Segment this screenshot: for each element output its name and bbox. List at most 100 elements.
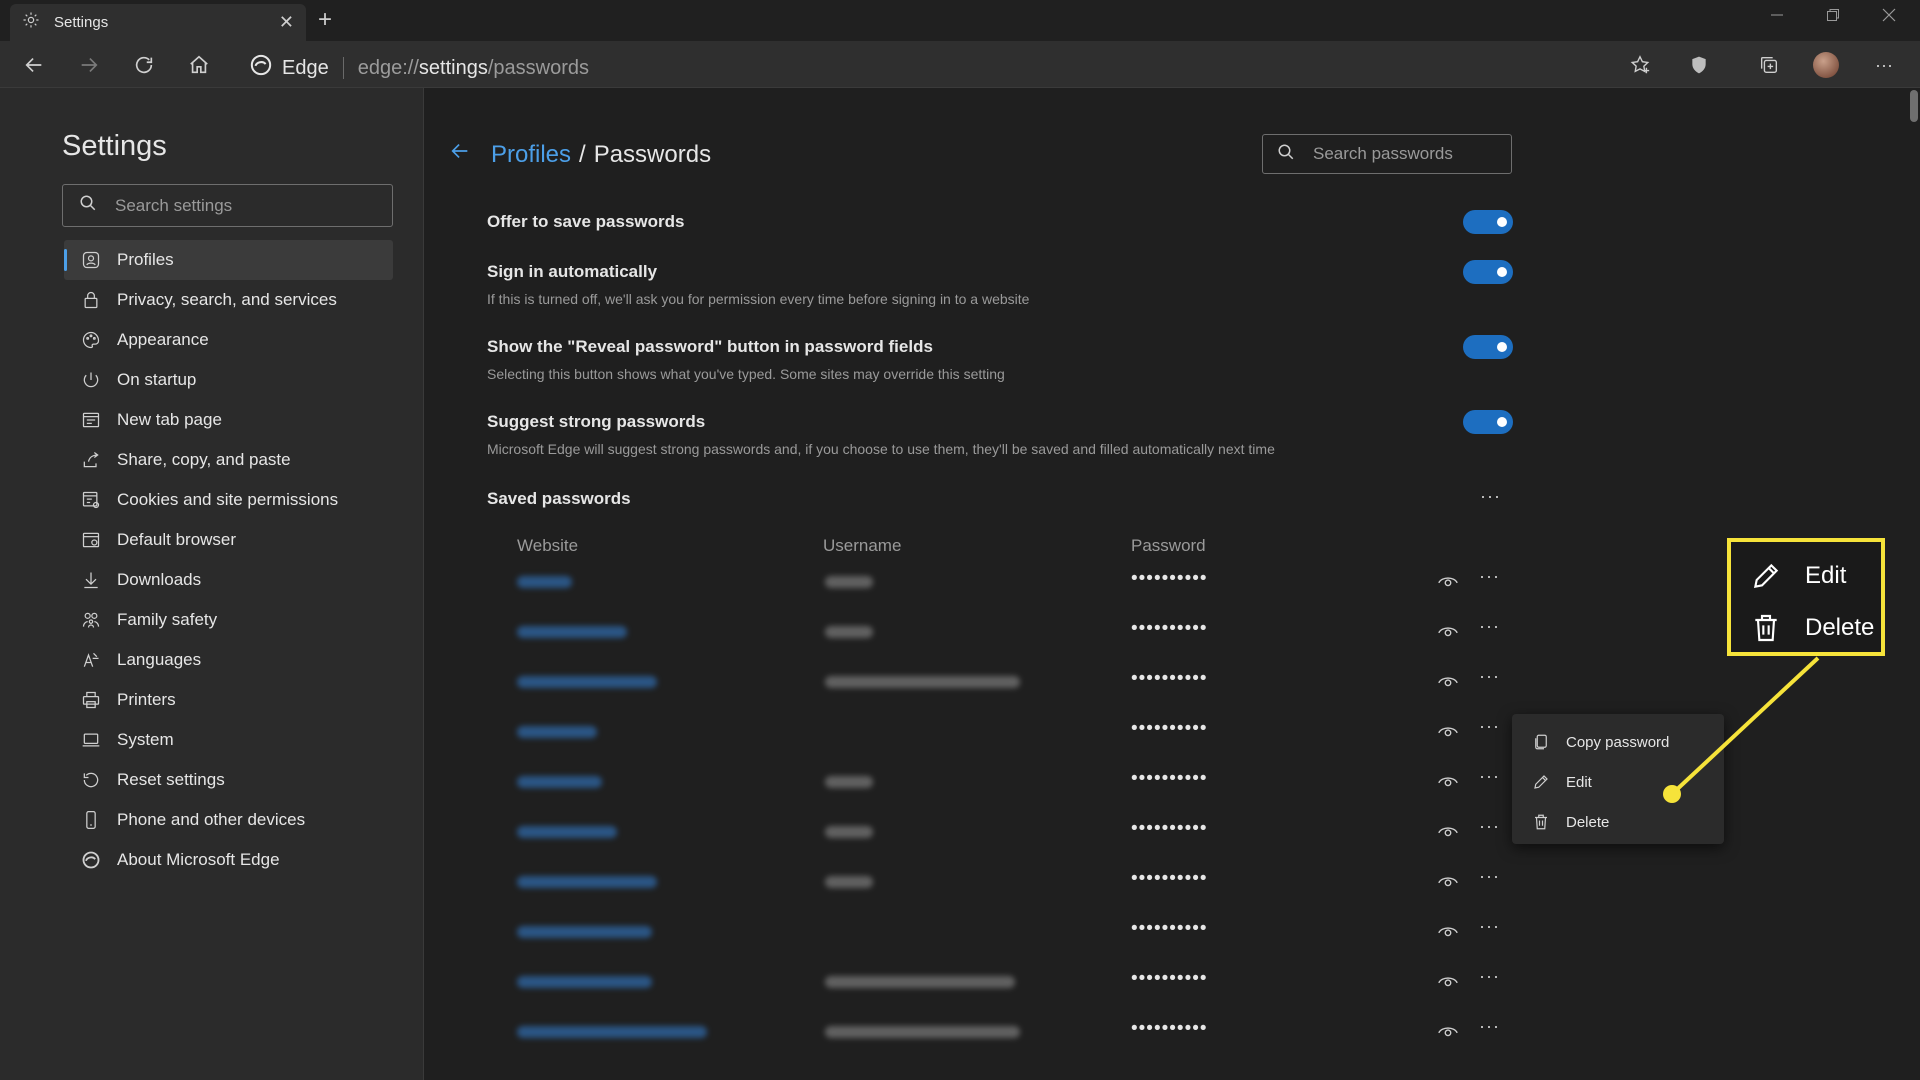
avatar[interactable]: [1812, 51, 1840, 79]
eye-icon[interactable]: [1437, 670, 1461, 694]
website-link[interactable]: [517, 876, 657, 888]
pencil-icon: [1530, 771, 1552, 793]
language-icon: [80, 649, 102, 671]
eye-icon[interactable]: [1437, 920, 1461, 944]
row-more-button[interactable]: ···: [1479, 866, 1500, 887]
website-link[interactable]: [517, 676, 657, 688]
sidebar-item-about-edge[interactable]: About Microsoft Edge: [64, 840, 393, 880]
refresh-icon[interactable]: [130, 51, 158, 79]
website-link[interactable]: [517, 926, 652, 938]
eye-icon[interactable]: [1437, 820, 1461, 844]
row-more-button[interactable]: ···: [1479, 666, 1500, 687]
website-link[interactable]: [517, 726, 597, 738]
sidebar-item-reset-settings[interactable]: Reset settings: [64, 760, 393, 800]
column-header-username[interactable]: Username: [823, 536, 901, 556]
new-tab-button[interactable]: +: [318, 6, 332, 34]
minimize-icon[interactable]: [1770, 8, 1784, 27]
website-link[interactable]: [517, 776, 602, 788]
eye-icon[interactable]: [1437, 620, 1461, 644]
table-row: •••••••••• ···: [517, 760, 1517, 810]
breadcrumb-profiles-link[interactable]: Profiles: [491, 141, 571, 169]
saved-passwords-more-button[interactable]: ···: [1480, 486, 1501, 507]
toggle-sign-in-automatically[interactable]: [1463, 260, 1513, 284]
website-link[interactable]: [517, 576, 572, 588]
menu-item-label: Edit: [1566, 773, 1592, 791]
row-more-button[interactable]: ···: [1479, 716, 1500, 737]
sidebar-item-privacy[interactable]: Privacy, search, and services: [64, 280, 393, 320]
row-more-button[interactable]: ···: [1479, 916, 1500, 937]
sidebar-item-new-tab-page[interactable]: New tab page: [64, 400, 393, 440]
eye-icon[interactable]: [1437, 770, 1461, 794]
website-link[interactable]: [517, 976, 652, 988]
eye-icon[interactable]: [1437, 1020, 1461, 1044]
sidebar-item-phone-devices[interactable]: Phone and other devices: [64, 800, 393, 840]
website-link[interactable]: [517, 826, 617, 838]
column-header-website[interactable]: Website: [517, 536, 578, 556]
reset-icon: [80, 769, 102, 791]
back-arrow-icon[interactable]: [449, 140, 471, 169]
eye-icon[interactable]: [1437, 970, 1461, 994]
sidebar-item-languages[interactable]: Languages: [64, 640, 393, 680]
password-value: ••••••••••: [1131, 768, 1208, 789]
browser-tab-settings[interactable]: Settings ✕: [10, 4, 306, 41]
row-more-button[interactable]: ···: [1479, 1016, 1500, 1037]
website-link[interactable]: [517, 626, 627, 638]
add-favorite-icon[interactable]: [1626, 51, 1654, 79]
browser-icon: [80, 529, 102, 551]
eye-icon[interactable]: [1437, 870, 1461, 894]
settings-search-input[interactable]: Search settings: [62, 184, 393, 227]
row-more-button[interactable]: ···: [1479, 966, 1500, 987]
sidebar-item-label: System: [117, 730, 174, 749]
website-link[interactable]: [517, 1026, 707, 1038]
menu-item-copy-password[interactable]: Copy password: [1512, 722, 1724, 762]
setting-reveal-password: Show the "Reveal password" button in pas…: [487, 335, 1513, 382]
password-search-input[interactable]: Search passwords: [1262, 134, 1512, 174]
sidebar-item-label: New tab page: [117, 410, 222, 429]
breadcrumb-separator: /: [579, 140, 586, 168]
setting-suggest-strong: Suggest strong passwords Microsoft Edge …: [487, 410, 1513, 457]
sidebar-item-printers[interactable]: Printers: [64, 680, 393, 720]
username-value: [825, 626, 873, 638]
toggle-offer-to-save[interactable]: [1463, 210, 1513, 234]
sidebar-item-label: Languages: [117, 650, 202, 669]
sidebar-item-share-copy-paste[interactable]: Share, copy, and paste: [64, 440, 393, 480]
row-more-button[interactable]: ···: [1479, 766, 1500, 787]
menu-item-edit[interactable]: Edit: [1512, 762, 1724, 802]
row-more-button[interactable]: ···: [1479, 566, 1500, 587]
row-more-button[interactable]: ···: [1479, 616, 1500, 637]
forward-arrow-icon[interactable]: [75, 51, 103, 79]
row-more-button[interactable]: ···: [1479, 816, 1500, 837]
close-tab-icon[interactable]: ✕: [279, 12, 294, 33]
sidebar-item-system[interactable]: System: [64, 720, 393, 760]
menu-item-delete[interactable]: Delete: [1512, 802, 1724, 842]
back-arrow-icon[interactable]: [20, 51, 48, 79]
address-bar[interactable]: Edge edge:// settings /passwords: [250, 54, 589, 82]
close-window-icon[interactable]: [1882, 8, 1896, 27]
sidebar-item-cookies[interactable]: Cookies and site permissions: [64, 480, 393, 520]
toggle-suggest-strong[interactable]: [1463, 410, 1513, 434]
restore-icon[interactable]: [1826, 8, 1840, 27]
collections-icon[interactable]: [1755, 51, 1783, 79]
setting-description: Microsoft Edge will suggest strong passw…: [487, 441, 1275, 457]
eye-icon[interactable]: [1437, 720, 1461, 744]
password-value: ••••••••••: [1131, 618, 1208, 639]
home-icon[interactable]: [185, 51, 213, 79]
password-value: ••••••••••: [1131, 718, 1208, 739]
sidebar-item-downloads[interactable]: Downloads: [64, 560, 393, 600]
eye-icon[interactable]: [1437, 570, 1461, 594]
edge-icon: [80, 849, 102, 871]
toggle-reveal-password[interactable]: [1463, 335, 1513, 359]
column-header-password[interactable]: Password: [1131, 536, 1206, 556]
table-row: •••••••••• ···: [517, 960, 1517, 1010]
sidebar-item-appearance[interactable]: Appearance: [64, 320, 393, 360]
scrollbar-thumb[interactable]: [1910, 90, 1918, 122]
sidebar-item-label: Downloads: [117, 570, 202, 589]
sidebar-item-profiles[interactable]: Profiles: [64, 240, 393, 280]
sidebar-item-family-safety[interactable]: Family safety: [64, 600, 393, 640]
sidebar-item-on-startup[interactable]: On startup: [64, 360, 393, 400]
sidebar-item-default-browser[interactable]: Default browser: [64, 520, 393, 560]
more-options-icon[interactable]: ···: [1870, 51, 1898, 79]
shield-icon[interactable]: [1685, 51, 1713, 79]
settings-search-placeholder: Search settings: [115, 195, 233, 215]
table-row: •••••••••• ···: [517, 810, 1517, 860]
